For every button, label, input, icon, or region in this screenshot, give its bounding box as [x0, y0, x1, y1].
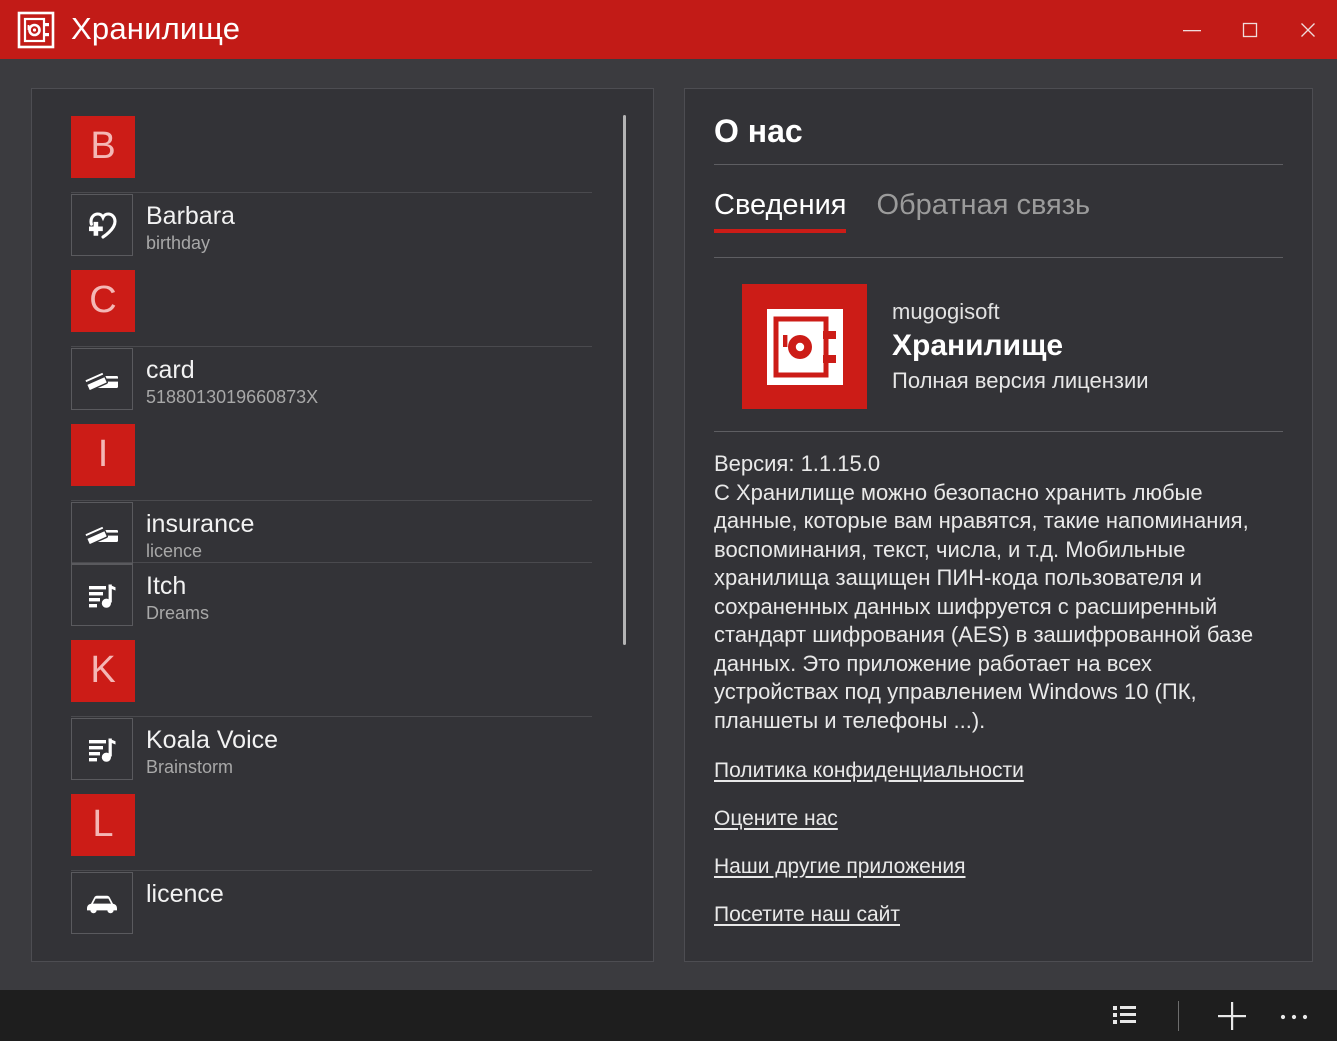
minimize-button[interactable]	[1163, 0, 1221, 59]
list-item-subtitle: birthday	[146, 233, 211, 253]
app-name: Хранилище	[892, 329, 1064, 362]
entries-scrollbar[interactable]	[622, 113, 627, 669]
safe-vault-icon	[766, 308, 843, 385]
list-icon	[1113, 1005, 1136, 1024]
page-body: B Barbara birthday C card 51880130196608…	[0, 59, 1337, 990]
tab-bar: Сведения Обратная связь	[714, 187, 1283, 233]
group-header-i: I	[71, 424, 135, 486]
list-item[interactable]: Itch Dreams	[71, 562, 592, 626]
link-other-apps[interactable]: Наши другие приложения	[714, 853, 966, 880]
list-item-title: Itch	[146, 572, 187, 600]
list-item[interactable]: licence	[71, 870, 592, 934]
group-header-c: C	[71, 270, 135, 332]
entries-scroll-region[interactable]: B Barbara birthday C card 51880130196608…	[32, 89, 653, 961]
car-icon	[71, 872, 133, 934]
about-panel: О нас Сведения Обратная связь mugogisoft…	[684, 88, 1313, 962]
list-item-text: Koala Voice Brainstorm	[146, 725, 278, 779]
tab-feedback[interactable]: Обратная связь	[876, 187, 1090, 233]
maximize-icon	[1242, 22, 1258, 37]
group-header-k: K	[71, 640, 135, 702]
app-divider	[714, 431, 1283, 432]
app-license: Полная версия лицензии	[892, 368, 1149, 393]
group-header-l: L	[71, 794, 135, 856]
list-item-title: card	[146, 356, 195, 384]
list-item-text: Barbara birthday	[146, 201, 235, 255]
link-visit-site[interactable]: Посетите наш сайт	[714, 901, 900, 928]
app-meta: mugogisoft Хранилище Полная версия лицен…	[892, 284, 1149, 396]
entries-panel: B Barbara birthday C card 51880130196608…	[31, 88, 654, 962]
list-item-text: Itch Dreams	[146, 571, 209, 625]
list-view-button[interactable]	[1094, 990, 1156, 1041]
app-version: Версия: 1.1.15.0	[714, 451, 881, 476]
app-logo	[742, 284, 867, 409]
list-item-subtitle: licence	[146, 541, 203, 561]
entries-list: B Barbara birthday C card 51880130196608…	[32, 89, 592, 934]
list-item-text: card 5188013019660873X	[146, 355, 318, 409]
list-item[interactable]: insurance licence	[71, 500, 592, 564]
list-item[interactable]: Koala Voice Brainstorm	[71, 716, 592, 780]
list-item[interactable]: card 5188013019660873X	[71, 346, 592, 410]
add-button[interactable]	[1201, 990, 1263, 1041]
command-bar-separator	[1178, 1000, 1179, 1031]
links-list: Политика конфиденциальности Оцените нас …	[714, 757, 1283, 949]
plus-icon	[1218, 1001, 1246, 1030]
more-button[interactable]	[1263, 990, 1325, 1041]
page-title: О нас	[714, 113, 803, 149]
scrollbar-thumb[interactable]	[623, 115, 626, 645]
link-rate-us[interactable]: Оцените нас	[714, 805, 838, 832]
minimize-icon	[1183, 29, 1201, 31]
maximize-button[interactable]	[1221, 0, 1279, 59]
list-item-text: insurance licence	[146, 509, 254, 563]
list-item-title: Barbara	[146, 202, 235, 230]
window-controls	[1163, 0, 1337, 59]
list-item-subtitle: Brainstorm	[146, 757, 234, 777]
credit-cards-icon	[71, 502, 133, 564]
tab-details[interactable]: Сведения	[714, 187, 847, 233]
list-item-title: licence	[146, 880, 224, 908]
title-bar: Хранилище	[0, 0, 1337, 59]
credit-cards-icon	[71, 348, 133, 410]
list-item-title: insurance	[146, 510, 255, 538]
ellipsis-icon	[1280, 1014, 1308, 1019]
app-identity: mugogisoft Хранилище Полная версия лицен…	[714, 258, 1283, 431]
app-publisher: mugogisoft	[892, 299, 1000, 324]
group-header-b: B	[71, 116, 135, 178]
window-title: Хранилище	[71, 10, 241, 46]
link-privacy-policy[interactable]: Политика конфиденциальности	[714, 757, 1024, 784]
title-divider	[714, 164, 1283, 165]
close-button[interactable]	[1279, 0, 1337, 59]
heart-plus-icon	[71, 194, 133, 256]
safe-vault-icon	[17, 11, 55, 48]
playlist-music-icon	[71, 564, 133, 626]
app-description: С Хранилище можно безопасно хранить любы…	[714, 479, 1254, 733]
command-bar	[0, 990, 1337, 1041]
close-icon	[1301, 22, 1315, 37]
list-item-subtitle: 5188013019660873X	[146, 387, 319, 407]
list-item[interactable]: Barbara birthday	[71, 192, 592, 256]
playlist-music-icon	[71, 718, 133, 780]
list-item-title: Koala Voice	[146, 726, 279, 754]
list-item-subtitle: Dreams	[146, 603, 210, 623]
list-item-text: licence	[146, 879, 224, 909]
